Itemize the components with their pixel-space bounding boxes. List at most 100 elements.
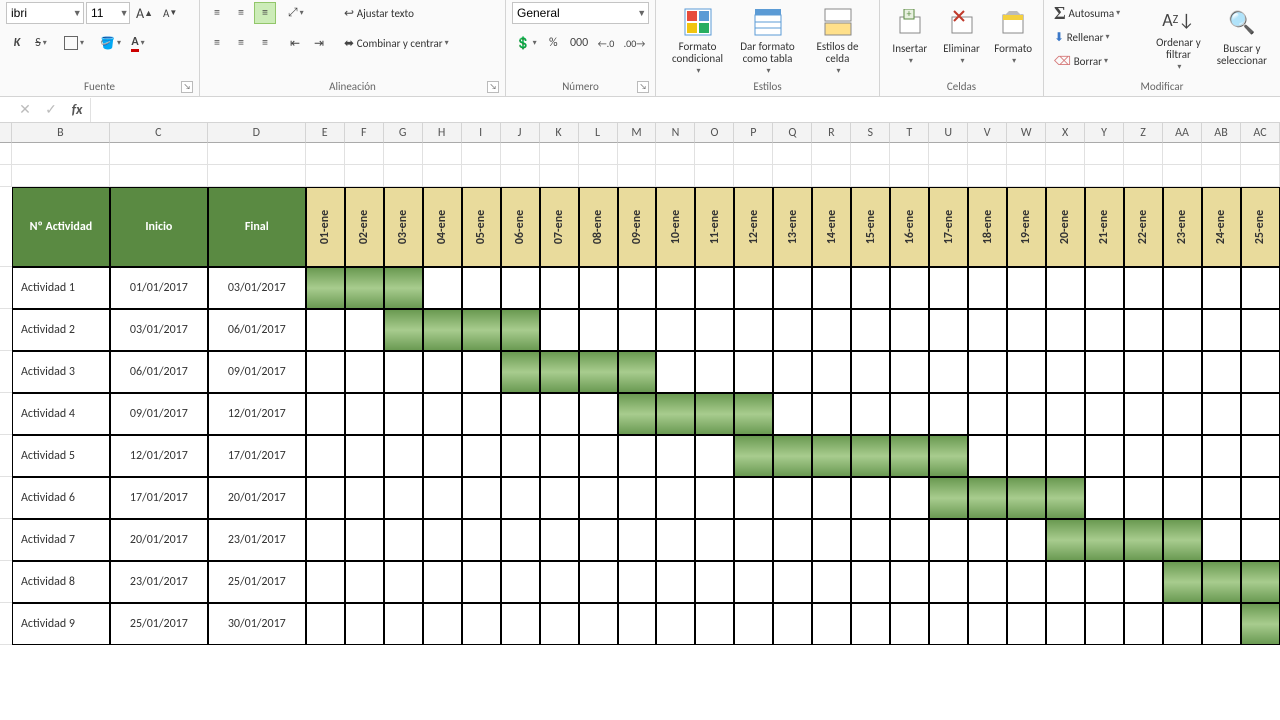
col-header-W[interactable]: W [1007, 123, 1046, 143]
decimal-decrease-button[interactable]: .00→ [620, 32, 649, 54]
activity-end[interactable]: 17/01/2017 [208, 435, 306, 477]
activity-end[interactable]: 25/01/2017 [208, 561, 306, 603]
col-header-H[interactable]: H [423, 123, 462, 143]
border-button[interactable]: ▾ [60, 32, 88, 54]
gantt-bar-segment[interactable] [1085, 519, 1124, 561]
indent-increase-button[interactable]: ⇥ [308, 32, 330, 54]
gantt-bar-segment[interactable] [618, 393, 657, 435]
gantt-bar-segment[interactable] [734, 435, 773, 477]
wrap-text-button[interactable]: ↩ Ajustar texto [340, 2, 490, 24]
gantt-bar-segment[interactable] [1241, 561, 1280, 603]
col-header-U[interactable]: U [929, 123, 968, 143]
gantt-bar-segment[interactable] [462, 309, 501, 351]
decrease-font-button[interactable]: A▼ [159, 2, 181, 24]
gantt-bar-segment[interactable] [384, 309, 423, 351]
col-header-S[interactable]: S [851, 123, 890, 143]
gantt-bar-segment[interactable] [773, 435, 812, 477]
activity-name[interactable]: Actividad 3 [12, 351, 110, 393]
gantt-bar-segment[interactable] [384, 267, 423, 309]
col-header-T[interactable]: T [890, 123, 929, 143]
merge-center-button[interactable]: ⬌ Combinar y centrar▾ [340, 32, 500, 54]
activity-start[interactable]: 01/01/2017 [110, 267, 208, 309]
col-header-L[interactable]: L [579, 123, 618, 143]
conditional-format-button[interactable]: Formato condicional▾ [668, 2, 728, 76]
col-header-N[interactable]: N [656, 123, 695, 143]
gantt-bar-segment[interactable] [579, 351, 618, 393]
fill-button[interactable]: ⬇ Rellenar▾ [1050, 26, 1147, 48]
font-size-combo[interactable]: ▼ [86, 2, 130, 24]
activity-end[interactable]: 09/01/2017 [208, 351, 306, 393]
sort-filter-button[interactable]: AZ↓Ordenar y filtrar▾ [1151, 2, 1206, 76]
activity-name[interactable]: Actividad 2 [12, 309, 110, 351]
thousands-button[interactable]: 000 [566, 32, 592, 54]
gantt-bar-segment[interactable] [1241, 603, 1280, 645]
activity-start[interactable]: 09/01/2017 [110, 393, 208, 435]
gantt-bar-segment[interactable] [1046, 477, 1085, 519]
col-header-C[interactable]: C [110, 123, 208, 143]
gantt-bar-segment[interactable] [968, 477, 1007, 519]
cancel-formula-button[interactable]: ✕ [12, 97, 38, 123]
gantt-bar-segment[interactable] [929, 435, 968, 477]
gantt-bar-segment[interactable] [1163, 519, 1202, 561]
col-header-G[interactable]: G [384, 123, 423, 143]
bold-button[interactable]: K [6, 32, 28, 54]
font-color-button[interactable]: A▾ [127, 32, 149, 54]
gantt-bar-segment[interactable] [618, 351, 657, 393]
font-dialog-launcher[interactable]: ↘ [181, 81, 193, 93]
activity-name[interactable]: Actividad 5 [12, 435, 110, 477]
currency-button[interactable]: 💲▾ [512, 32, 540, 54]
activity-name[interactable]: Actividad 6 [12, 477, 110, 519]
fill-color-button[interactable]: 🪣▾ [96, 32, 125, 54]
col-header-E[interactable]: E [306, 123, 345, 143]
gantt-bar-segment[interactable] [734, 393, 773, 435]
col-header-AB[interactable]: AB [1202, 123, 1241, 143]
font-name-combo[interactable]: ▼ [6, 2, 84, 24]
col-header-J[interactable]: J [501, 123, 540, 143]
col-header-Z[interactable]: Z [1124, 123, 1163, 143]
col-header-B[interactable]: B [12, 123, 110, 143]
formula-input[interactable] [90, 98, 1280, 122]
find-select-button[interactable]: 🔍Buscar y seleccionar [1210, 2, 1274, 76]
gantt-bar-segment[interactable] [345, 267, 384, 309]
indent-decrease-button[interactable]: ⇤ [284, 32, 306, 54]
col-header-I[interactable]: I [462, 123, 501, 143]
activity-end[interactable]: 06/01/2017 [208, 309, 306, 351]
strike-button[interactable]: S▾ [30, 32, 52, 54]
col-header-X[interactable]: X [1046, 123, 1085, 143]
align-left-button[interactable]: ≡ [206, 32, 228, 54]
cell-styles-button[interactable]: Estilos de celda▾ [808, 2, 868, 76]
delete-button[interactable]: Eliminar▾ [938, 2, 986, 76]
activity-name[interactable]: Actividad 4 [12, 393, 110, 435]
activity-end[interactable]: 30/01/2017 [208, 603, 306, 645]
gantt-bar-segment[interactable] [423, 309, 462, 351]
col-header-K[interactable]: K [540, 123, 579, 143]
activity-start[interactable]: 03/01/2017 [110, 309, 208, 351]
gantt-bar-segment[interactable] [540, 351, 579, 393]
activity-end[interactable]: 12/01/2017 [208, 393, 306, 435]
gantt-bar-segment[interactable] [1163, 561, 1202, 603]
insert-button[interactable]: +Insertar▾ [886, 2, 934, 76]
col-header-P[interactable]: P [734, 123, 773, 143]
col-header-Y[interactable]: Y [1085, 123, 1124, 143]
activity-start[interactable]: 23/01/2017 [110, 561, 208, 603]
activity-end[interactable]: 23/01/2017 [208, 519, 306, 561]
gantt-bar-segment[interactable] [695, 393, 734, 435]
increase-font-button[interactable]: A▲ [132, 2, 157, 24]
activity-name[interactable]: Actividad 9 [12, 603, 110, 645]
activity-name[interactable]: Actividad 1 [12, 267, 110, 309]
gantt-bar-segment[interactable] [656, 393, 695, 435]
activity-end[interactable]: 03/01/2017 [208, 267, 306, 309]
gantt-bar-segment[interactable] [306, 267, 345, 309]
number-dialog-launcher[interactable]: ↘ [637, 81, 649, 93]
gantt-bar-segment[interactable] [501, 351, 540, 393]
align-center-button[interactable]: ≡ [230, 32, 252, 54]
col-header-F[interactable]: F [345, 123, 384, 143]
align-dialog-launcher[interactable]: ↘ [487, 81, 499, 93]
align-top-button[interactable]: ≡ [206, 2, 228, 24]
enter-formula-button[interactable]: ✓ [38, 97, 64, 123]
activity-start[interactable]: 17/01/2017 [110, 477, 208, 519]
col-header-V[interactable]: V [968, 123, 1007, 143]
orientation-button[interactable]: ⤢▾ [284, 2, 308, 24]
activity-start[interactable]: 25/01/2017 [110, 603, 208, 645]
col-header-AC[interactable]: AC [1241, 123, 1280, 143]
